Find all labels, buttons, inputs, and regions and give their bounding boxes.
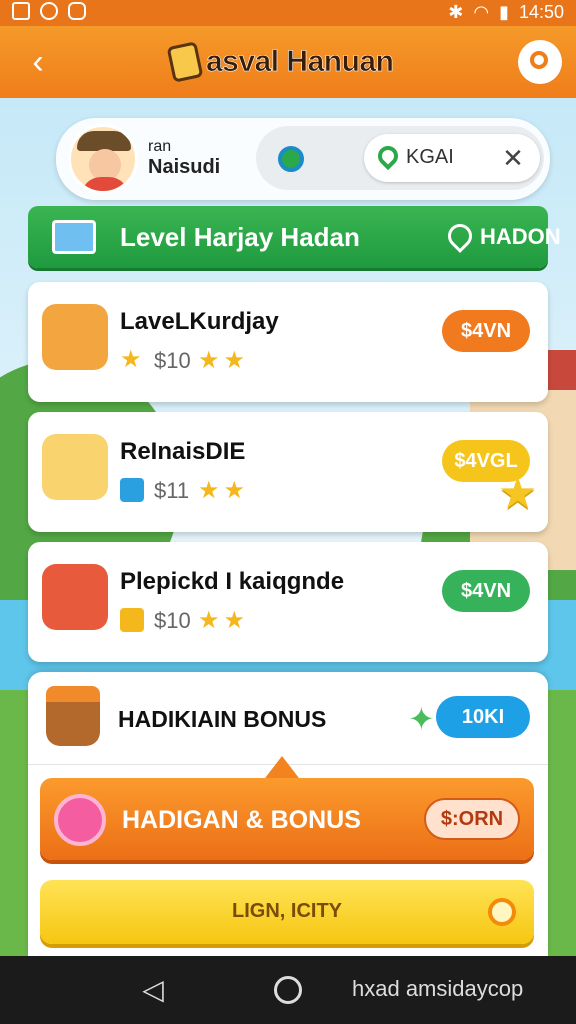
bonus-price-badge: $:ORN: [424, 798, 520, 840]
message-icon: [68, 2, 86, 20]
system-nav-bar: ◁ hxad amsidaycop: [0, 956, 576, 1024]
item-thumbnail: [42, 304, 108, 370]
wifi-icon: ◠: [473, 2, 490, 22]
status-time: 14:50: [518, 2, 564, 22]
avatar[interactable]: [68, 124, 138, 194]
back-arrow-icon[interactable]: ‹: [18, 40, 58, 84]
nav-bar-text: hxad amsidaycop: [352, 976, 524, 1001]
item-value: $10: [154, 608, 191, 633]
sparkle-icon: ✦: [408, 701, 435, 737]
nav-home-icon[interactable]: [274, 976, 302, 1004]
battery-icon: ▮: [499, 2, 509, 22]
flower-icon: [54, 794, 106, 846]
search-icon: [530, 51, 548, 69]
status-bar: ✱ ◠ ▮ 14:50: [0, 0, 576, 26]
item-value: $10: [154, 348, 191, 373]
basket-icon: [46, 686, 100, 746]
level-banner[interactable]: Level Harjay Hadan HADON: [28, 206, 561, 268]
item-rating: ★★: [198, 607, 250, 634]
globe-icon[interactable]: [278, 146, 304, 172]
claim-bonus-button[interactable]: HADIGAN & BONUS $:ORN: [40, 778, 534, 860]
app-title-group: asval Hanuan: [166, 40, 395, 84]
app-title: asval Hanuan: [206, 45, 395, 79]
claim-bonus-label: HADIGAN & BONUS: [122, 806, 361, 834]
list-item[interactable]: Plepickd I kaiqgnde $10 ★★ $4VN: [28, 542, 548, 662]
item-thumbnail: [42, 564, 108, 630]
list-item[interactable]: ReInaisDIE $11 ★★ $4VGL: [28, 412, 548, 532]
cup-icon: [120, 478, 144, 502]
bluetooth-icon: ✱: [448, 2, 464, 22]
item-title: Plepickd I kaiqgnde: [120, 568, 345, 595]
location-pin-icon: [443, 219, 477, 253]
logo-icon: [166, 41, 204, 83]
bonus-panel-title: HADIKIAIN BONUS: [118, 706, 327, 732]
jar-icon: [120, 608, 144, 632]
ring-icon: [488, 898, 516, 926]
search-button[interactable]: [518, 40, 562, 84]
location-text: KGAI: [406, 146, 454, 168]
star-decoration-icon: ★: [498, 469, 538, 518]
shirt-shape: [81, 177, 129, 191]
nav-back-icon[interactable]: ◁: [138, 972, 168, 1008]
notification-icon: [12, 2, 30, 20]
secondary-button-label: LIGN, ICITY: [232, 900, 342, 922]
hat-shape: [77, 131, 131, 151]
item-value: $11: [154, 478, 190, 503]
item-title: ReInaisDIE: [120, 438, 246, 465]
item-rating: ★★: [198, 477, 250, 504]
list-item[interactable]: LaveLKurdjay ★ $10 ★★ $4VN: [28, 282, 548, 402]
location-field[interactable]: KGAI ✕: [364, 134, 540, 182]
item-title: LaveLKurdjay: [120, 308, 279, 335]
close-icon[interactable]: ✕: [498, 140, 528, 176]
signal-app-icon: [40, 2, 58, 20]
star-icon: ★: [120, 346, 142, 373]
app-bar: ‹ asval Hanuan: [0, 26, 576, 98]
location-pin-icon: [373, 141, 403, 171]
item-rating: ★★: [198, 347, 250, 374]
item-thumbnail: [42, 434, 108, 500]
secondary-button[interactable]: LIGN, ICITY: [40, 880, 534, 944]
profile-name: Naisudi: [148, 156, 221, 178]
item-price-button[interactable]: $4VN: [442, 310, 530, 352]
bonus-panel: HADIKIAIN BONUS ✦ 10KI HADIGAN & BONUS $…: [28, 672, 548, 956]
level-banner-right-text: HADON: [480, 224, 561, 249]
item-price-button[interactable]: $4VN: [442, 570, 530, 612]
level-banner-title: Level Harjay Hadan: [120, 222, 360, 252]
location-pill: KGAI ✕: [256, 126, 544, 190]
image-icon: [52, 220, 96, 254]
bonus-count-button[interactable]: 10KI: [436, 696, 530, 738]
profile-strip: ran Naisudi KGAI ✕: [56, 118, 550, 200]
profile-label: ran: [148, 138, 172, 155]
